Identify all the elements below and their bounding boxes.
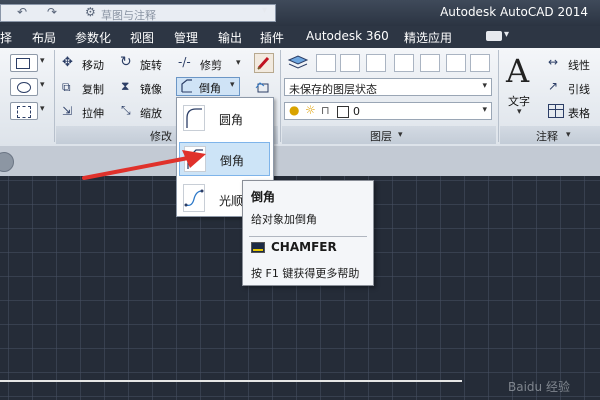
- ellipse-icon: [17, 82, 31, 93]
- tab-layout[interactable]: 布局: [32, 29, 56, 46]
- hatch-button[interactable]: [10, 102, 38, 120]
- layer-state-value: 未保存的图层状态: [289, 83, 377, 96]
- layer-tool-6-icon[interactable]: [446, 54, 466, 72]
- text-large-icon[interactable]: A: [506, 52, 529, 90]
- layer-name: 0: [353, 105, 360, 118]
- annotation-panel-title: 注释: [536, 130, 558, 143]
- layer-tool-5-icon[interactable]: [420, 54, 440, 72]
- annotation-panel-expand-icon[interactable]: ▾: [566, 130, 571, 140]
- move-button[interactable]: 移动: [82, 57, 104, 73]
- scale-button[interactable]: 缩放: [140, 105, 162, 121]
- rotate-button[interactable]: 旋转: [140, 57, 162, 73]
- chamfer-menu-label: 倒角: [220, 154, 245, 168]
- tab-manage[interactable]: 管理: [174, 29, 198, 46]
- trim-dropdown-icon[interactable]: ▾: [236, 58, 241, 68]
- leader-icon[interactable]: ↗: [548, 79, 558, 93]
- fillet-label: 圆角: [219, 113, 244, 127]
- layer-state-dropdown-icon: ▾: [482, 81, 487, 91]
- ellipse-dropdown-icon[interactable]: ▾: [40, 80, 45, 90]
- layers-panel-expand-icon[interactable]: ▾: [398, 130, 403, 140]
- stretch-button[interactable]: 拉伸: [82, 105, 104, 121]
- redo-icon[interactable]: ↷: [47, 5, 57, 19]
- tooltip-description: 给对象加倒角: [251, 213, 317, 226]
- table-button[interactable]: 表格: [568, 105, 590, 121]
- layer-tool-7-icon[interactable]: [470, 54, 490, 72]
- layer-freeze-sun-icon: ☼: [305, 103, 316, 117]
- chamfer-icon: [181, 79, 193, 93]
- chamfer-dropdown-icon[interactable]: ▾: [230, 80, 235, 90]
- scale-icon[interactable]: ⤡: [121, 103, 131, 118]
- layer-state-select[interactable]: 未保存的图层状态 ▾: [284, 78, 492, 96]
- tab-output[interactable]: 输出: [218, 29, 242, 46]
- tab-parametric[interactable]: 参数化: [75, 29, 111, 46]
- undo-icon[interactable]: ↶: [17, 5, 27, 19]
- tooltip-title: 倒角: [251, 190, 276, 204]
- panel-divider: [498, 50, 499, 142]
- layer-select[interactable]: ● ☼ ⊓ 0 ▾: [284, 102, 492, 120]
- layer-color-swatch: [337, 106, 349, 118]
- red-arrow-annotation: [82, 150, 206, 180]
- app-title: Autodesk AutoCAD 2014: [440, 5, 588, 19]
- layer-dropdown-icon: ▾: [482, 105, 487, 115]
- trim-button[interactable]: 修剪: [200, 57, 222, 73]
- chamfer-label: 倒角: [199, 82, 221, 95]
- mirror-icon[interactable]: ⧗: [121, 79, 129, 94]
- chamfer-split-button[interactable]: 倒角 ▾: [176, 77, 240, 96]
- linear-icon[interactable]: ↔: [548, 55, 558, 69]
- tab-autodesk360[interactable]: Autodesk 360: [306, 29, 389, 43]
- quick-access-toolbar[interactable]: ↶ ↷ ⚙ 草图与注释: [0, 4, 276, 22]
- move-icon[interactable]: ✥: [62, 55, 73, 70]
- layer-tool-2-icon[interactable]: [340, 54, 360, 72]
- explode-icon[interactable]: [254, 80, 274, 96]
- workspace-name: 草图与注释: [101, 9, 156, 22]
- panel-divider: [280, 50, 281, 142]
- workspace-dropdown-icon[interactable]: ▾: [262, 5, 267, 16]
- chamfer-tooltip: 倒角 给对象加倒角 CHAMFER 按 F1 键获得更多帮助: [242, 180, 374, 286]
- copy-icon[interactable]: ⧉: [62, 80, 71, 95]
- layer-lock-icon: ⊓: [321, 104, 330, 117]
- blend-curves-icon: [183, 184, 205, 212]
- layer-properties-icon[interactable]: [286, 52, 310, 74]
- layer-tool-1-icon[interactable]: [316, 54, 336, 72]
- linear-button[interactable]: 线性: [568, 57, 590, 73]
- erase-brush-icon[interactable]: [254, 53, 274, 73]
- tab-options-icon[interactable]: [486, 31, 502, 41]
- command-prompt-icon: [251, 242, 265, 253]
- tab-select[interactable]: 择: [0, 29, 12, 46]
- layer-on-bulb-icon: ●: [289, 103, 300, 117]
- drawn-line: [0, 380, 462, 382]
- stretch-icon[interactable]: ⇲: [62, 104, 72, 118]
- tooltip-command: CHAMFER: [271, 240, 337, 254]
- tooltip-divider: [249, 236, 367, 237]
- tooltip-help: 按 F1 键获得更多帮助: [251, 267, 360, 280]
- hatch-icon: [17, 106, 31, 118]
- rectangle-dropdown-icon[interactable]: ▾: [40, 56, 45, 66]
- fillet-icon: [183, 105, 205, 131]
- tab-plugins[interactable]: 插件: [260, 29, 284, 46]
- fillet-menu-item[interactable]: 圆角: [179, 102, 270, 136]
- rotate-icon[interactable]: ↻: [120, 54, 132, 70]
- mirror-button[interactable]: 镜像: [140, 81, 162, 97]
- leader-button[interactable]: 引线: [568, 81, 590, 97]
- tab-view[interactable]: 视图: [130, 29, 154, 46]
- layers-panel-title: 图层: [370, 130, 392, 143]
- watermark: Baidu 经验: [508, 380, 570, 394]
- ellipse-button[interactable]: [10, 78, 38, 96]
- table-icon[interactable]: [548, 104, 564, 118]
- layer-tool-3-icon[interactable]: [366, 54, 386, 72]
- panel-divider: [54, 50, 55, 142]
- layer-tool-4-icon[interactable]: [394, 54, 414, 72]
- text-dropdown-icon[interactable]: ▾: [517, 107, 522, 117]
- hatch-dropdown-icon[interactable]: ▾: [40, 104, 45, 114]
- rectangle-button[interactable]: [10, 54, 38, 72]
- trim-icon[interactable]: -/-: [178, 55, 191, 69]
- workspace-gear-icon: ⚙: [85, 5, 96, 19]
- modify-panel-title: 修改: [150, 130, 172, 143]
- tab-featured-apps[interactable]: 精选应用: [404, 29, 452, 46]
- tab-options-dropdown-icon[interactable]: ▾: [504, 29, 509, 40]
- copy-button[interactable]: 复制: [82, 81, 104, 97]
- rectangle-icon: [16, 58, 30, 69]
